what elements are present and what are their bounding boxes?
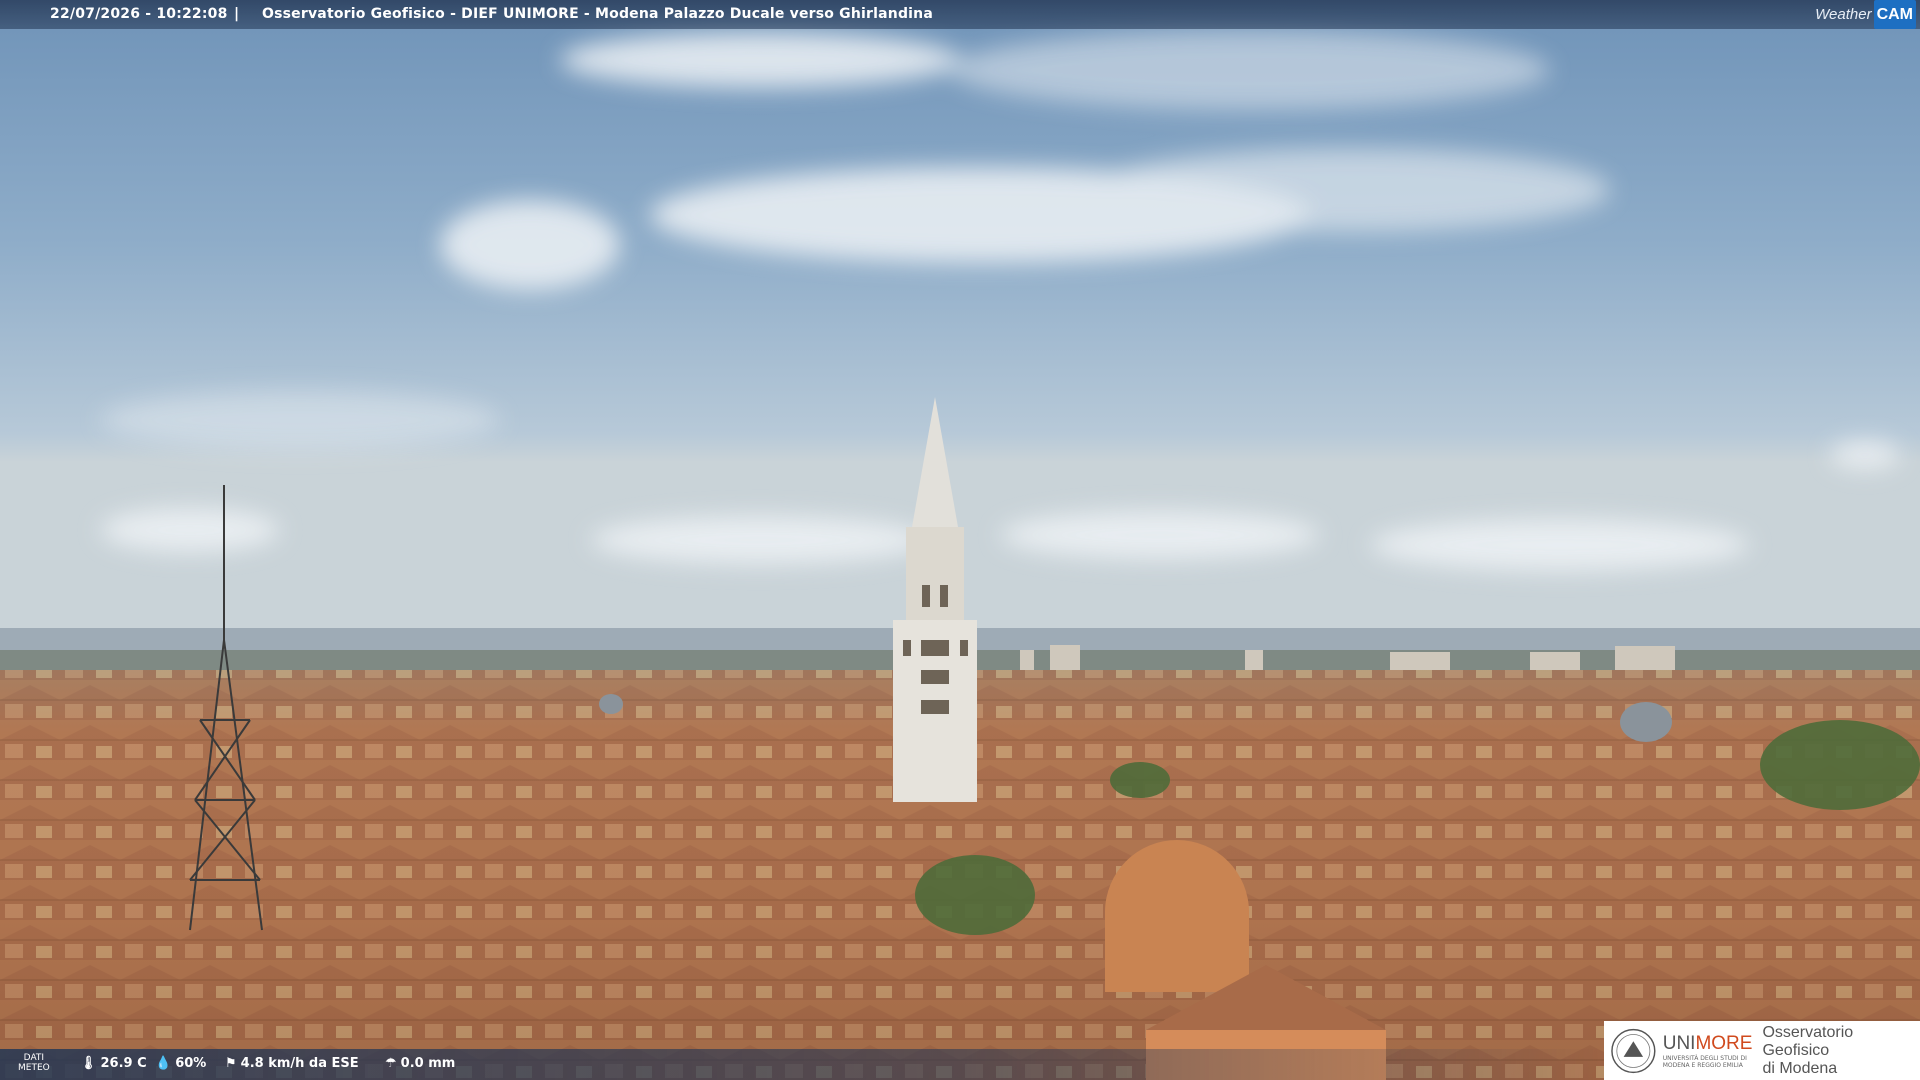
dati-meteo-label: DATI METEO [18,1053,50,1073]
thermometer-icon: 🌡 [80,1056,97,1071]
observatory-name: Osservatorio Geofisico di Modena [1762,1023,1854,1077]
wind-readout: ⚑ 4.8 km/h da ESE [225,1056,359,1071]
separator: | [234,6,240,22]
wind-icon: ⚑ [225,1056,237,1071]
humidity-value: 60% [175,1056,207,1071]
weather-data-bar: DATI METEO 🌡 26.9 C 💧 60% ⚑ 4.8 km/h da … [0,1049,1600,1080]
humidity-readout: 💧 60% [155,1056,206,1071]
unimore-wordmark: UNIMORE UNIVERSITÀ DEGLI STUDI DI MODENA… [1662,1032,1753,1069]
humidity-drop-icon: 💧 [155,1056,172,1071]
temperature-value: 26.9 C [100,1056,147,1071]
rain-icon: ☂ [385,1056,397,1071]
weather-label: Weather [1815,5,1872,23]
camera-title: Osservatorio Geofisico - DIEF UNIMORE - … [262,6,933,22]
weathercam-logo: Weather CAM [1815,0,1916,29]
webcam-photo [0,0,1920,1080]
rain-readout: ☂ 0.0 mm [385,1056,455,1071]
timestamp: 22/07/2026 - 10:22:08 [50,6,228,22]
wind-value: 4.8 km/h da ESE [240,1056,359,1071]
cam-label: CAM [1873,0,1916,29]
unimore-observatory-logo: UNIMORE UNIVERSITÀ DEGLI STUDI DI MODENA… [1604,1021,1920,1080]
top-info-bar: 22/07/2026 - 10:22:08 | Osservatorio Geo… [0,0,1920,29]
temperature-readout: 🌡 26.9 C [80,1056,147,1071]
university-seal-icon [1611,1028,1656,1073]
rain-value: 0.0 mm [400,1056,456,1071]
